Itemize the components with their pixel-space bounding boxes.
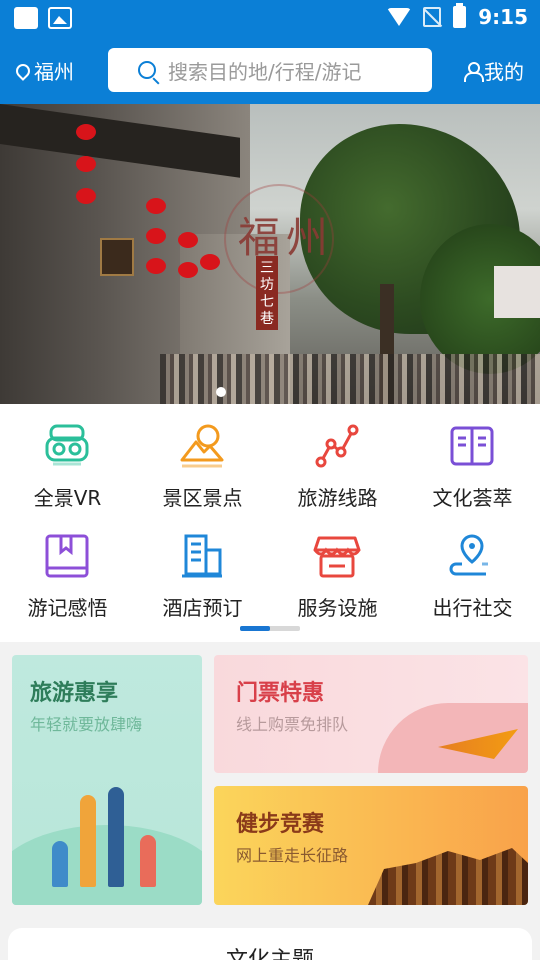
lantern [178,262,198,278]
mountain-icon [180,424,224,468]
promo-title: 门票特惠 [236,680,325,706]
banner-billboard [494,266,540,318]
grid-label: 酒店预订 [162,596,243,620]
promo-subtitle: 线上购票免排队 [236,715,349,734]
mine-label: 我的 [484,60,524,84]
grid-item-services[interactable]: 服务设施 [270,514,405,624]
section-title: 文化主题 [8,942,532,960]
grid-item-routes[interactable]: 旅游线路 [270,404,405,514]
grid-item-hotel[interactable]: 酒店预订 [135,514,270,624]
wifi-icon [387,8,412,26]
location-selector[interactable]: 福州 [13,56,74,85]
lantern [146,258,166,274]
promo-hill [12,825,202,905]
grid-pager-indicator [240,626,270,631]
grid-label: 文化荟萃 [432,486,513,510]
lantern [146,228,166,244]
image-icon [48,7,72,29]
search-icon [138,61,156,79]
family-illustration [108,787,124,887]
promo-ticket-card[interactable]: 门票特惠 线上购票免排队 [214,655,528,773]
battery-icon [453,3,467,28]
culture-theme-section: 文化主题 [8,928,532,960]
route-icon [315,424,359,468]
promo-title: 健步竞赛 [236,811,325,837]
search-placeholder: 搜索目的地/行程/游记 [168,59,362,84]
lantern [178,232,198,248]
carousel-dots [216,387,226,397]
grid-label: 景区景点 [162,486,243,510]
no-sim-icon [423,7,442,27]
grid-label: 全景VR [33,486,102,510]
location-route-icon [449,534,488,576]
family-illustration [80,795,96,887]
family-illustration [140,835,156,887]
lantern [76,156,96,172]
promo-title: 旅游惠享 [30,680,119,706]
grid-label: 旅游线路 [297,486,378,510]
building-icon [182,534,222,578]
lantern [76,124,96,140]
shop-icon [313,536,361,578]
promo-subtitle: 年轻就要放肆嗨 [30,715,143,734]
banner-sign [100,238,134,276]
status-time: 9:15 [478,5,528,29]
location-label: 福州 [34,60,74,84]
status-bar: 9:15 [0,0,540,36]
vr-headset-icon [45,424,89,466]
grid-label: 出行社交 [432,596,513,620]
lantern [146,198,166,214]
notification-icon [14,7,38,29]
user-icon [464,61,484,82]
grid-item-notes[interactable]: 游记感悟 [0,514,135,624]
search-input[interactable]: 搜索目的地/行程/游记 [108,48,432,92]
grid-item-scenic[interactable]: 景区景点 [135,404,270,514]
grid-item-culture[interactable]: 文化荟萃 [405,404,540,514]
grid-label: 游记感悟 [27,596,108,620]
banner-carousel[interactable]: 福州 三坊七巷 [0,104,540,404]
promo-walk-card[interactable]: 健步竞赛 网上重走长征路 [214,786,528,905]
grid-item-social[interactable]: 出行社交 [405,514,540,624]
mine-button[interactable]: 我的 [464,56,524,85]
grid-item-vr[interactable]: 全景VR [0,404,135,514]
banner-subtitle: 三坊七巷 [256,256,278,330]
feature-grid: 全景VR 景区景点 旅游线路 文化荟萃 游记感悟 酒店预订 服务设施 出行社交 [0,404,540,642]
promo-subtitle: 网上重走长征路 [236,846,349,865]
march-illustration [368,848,528,905]
carousel-dot-active[interactable] [216,387,226,397]
notebook-icon [45,534,89,578]
app-header: 福州 搜索目的地/行程/游记 我的 [0,36,540,104]
family-illustration [52,841,68,887]
grid-label: 服务设施 [297,596,378,620]
lantern [76,188,96,204]
banner-title: 福州 [238,213,335,262]
book-open-icon [450,426,494,466]
location-pin-icon [13,60,33,81]
lantern [200,254,220,270]
promo-travel-card[interactable]: 旅游惠享 年轻就要放肆嗨 [12,655,202,905]
